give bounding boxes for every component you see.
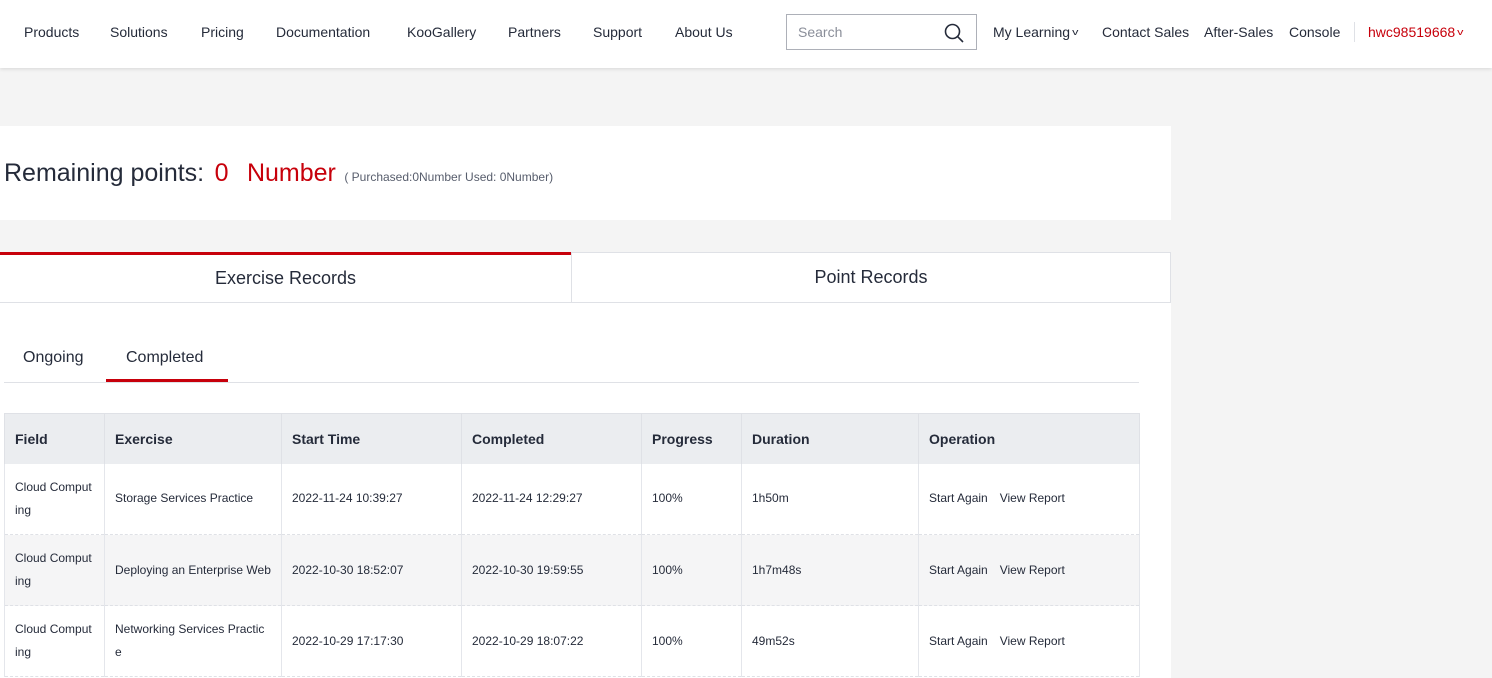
- view-report-button[interactable]: View Report: [1000, 491, 1065, 505]
- user-menu[interactable]: hwc98519668 v: [1368, 24, 1464, 40]
- duration-cell: 1h7m48s: [741, 534, 919, 606]
- chevron-down-icon: v: [1072, 27, 1079, 37]
- progress-cell: 100%: [641, 534, 742, 606]
- table-row: Cloud Computing Storage Services Practic…: [4, 463, 1140, 535]
- view-report-button[interactable]: View Report: [1000, 634, 1065, 648]
- points-label: Remaining points:: [4, 159, 205, 187]
- completed-cell: 2022-10-30 19:59:55: [461, 534, 642, 606]
- nav-divider: [1354, 22, 1355, 42]
- completed-cell: 2022-10-29 18:07:22: [461, 605, 642, 677]
- my-learning-menu[interactable]: My Learning v: [993, 24, 1078, 40]
- nav-products[interactable]: Products: [24, 24, 79, 40]
- field-cell: Cloud Computing: [4, 605, 105, 677]
- exercise-cell: Deploying an Enterprise Web: [104, 534, 282, 606]
- table-row: Cloud Computing Deploying an Enterprise …: [4, 534, 1140, 606]
- field-cell: Cloud Computing: [4, 463, 105, 535]
- start-again-button[interactable]: Start Again: [929, 563, 988, 577]
- column-header: Completed: [461, 413, 642, 464]
- operation-cell: Start Again View Report: [918, 463, 1140, 535]
- exercise-cell: Networking Services Practice: [104, 605, 282, 677]
- start-time-cell: 2022-10-29 17:17:30: [281, 605, 462, 677]
- tab-exercise-records[interactable]: Exercise Records: [0, 252, 571, 303]
- start-again-button[interactable]: Start Again: [929, 491, 988, 505]
- search-input[interactable]: [787, 15, 937, 49]
- after-sales-link[interactable]: After-Sales: [1204, 24, 1273, 40]
- points-detail: ( Purchased:0Number Used: 0Number): [344, 170, 554, 184]
- start-again-button[interactable]: Start Again: [929, 634, 988, 648]
- column-header: Operation: [918, 413, 1140, 464]
- records-table: Field Exercise Start Time Completed Prog…: [4, 413, 1140, 677]
- operation-cell: Start Again View Report: [918, 605, 1140, 677]
- top-navigation-bar: Products Solutions Pricing Documentation…: [0, 0, 1492, 68]
- column-header: Progress: [641, 413, 742, 464]
- exercise-records-content: Ongoing Completed Field Exercise Start T…: [0, 303, 1171, 678]
- chevron-down-icon: v: [1457, 27, 1464, 37]
- column-header: Duration: [741, 413, 919, 464]
- points-panel: Remaining points: 0 Number ( Purchased:0…: [0, 126, 1171, 220]
- completed-cell: 2022-11-24 12:29:27: [461, 463, 642, 535]
- search-box: [786, 14, 977, 50]
- search-icon[interactable]: [944, 23, 964, 43]
- tab-completed[interactable]: Completed: [126, 349, 203, 367]
- nav-solutions[interactable]: Solutions: [110, 24, 168, 40]
- column-header: Start Time: [281, 413, 462, 464]
- points-value: 0: [214, 159, 229, 187]
- my-learning-label: My Learning: [993, 24, 1071, 40]
- nav-about-us[interactable]: About Us: [675, 24, 733, 40]
- duration-cell: 1h50m: [741, 463, 919, 535]
- column-header: Field: [4, 413, 105, 464]
- records-tabs: Exercise Records Point Records: [0, 252, 1171, 303]
- nav-documentation[interactable]: Documentation: [276, 24, 370, 40]
- tab-point-records[interactable]: Point Records: [571, 252, 1171, 303]
- active-tab-indicator: [106, 379, 228, 382]
- duration-cell: 49m52s: [741, 605, 919, 677]
- table-header-row: Field Exercise Start Time Completed Prog…: [4, 413, 1140, 464]
- start-time-cell: 2022-11-24 10:39:27: [281, 463, 462, 535]
- nav-partners[interactable]: Partners: [508, 24, 561, 40]
- points-summary: Remaining points: 0 Number ( Purchased:0…: [4, 159, 553, 188]
- exercise-cell: Storage Services Practice: [104, 463, 282, 535]
- view-report-button[interactable]: View Report: [1000, 563, 1065, 577]
- progress-cell: 100%: [641, 463, 742, 535]
- field-cell: Cloud Computing: [4, 534, 105, 606]
- console-link[interactable]: Console: [1289, 24, 1340, 40]
- column-header: Exercise: [104, 413, 282, 464]
- start-time-cell: 2022-10-30 18:52:07: [281, 534, 462, 606]
- username: hwc98519668: [1368, 24, 1456, 40]
- operation-cell: Start Again View Report: [918, 534, 1140, 606]
- tab-ongoing[interactable]: Ongoing: [23, 349, 84, 367]
- table-row: Cloud Computing Networking Services Prac…: [4, 605, 1140, 677]
- status-tabs: Ongoing Completed: [4, 303, 1139, 383]
- progress-cell: 100%: [641, 605, 742, 677]
- points-unit: Number: [246, 159, 336, 187]
- nav-support[interactable]: Support: [593, 24, 642, 40]
- contact-sales-link[interactable]: Contact Sales: [1102, 24, 1189, 40]
- nav-koogallery[interactable]: KooGallery: [407, 24, 476, 40]
- nav-pricing[interactable]: Pricing: [201, 24, 244, 40]
